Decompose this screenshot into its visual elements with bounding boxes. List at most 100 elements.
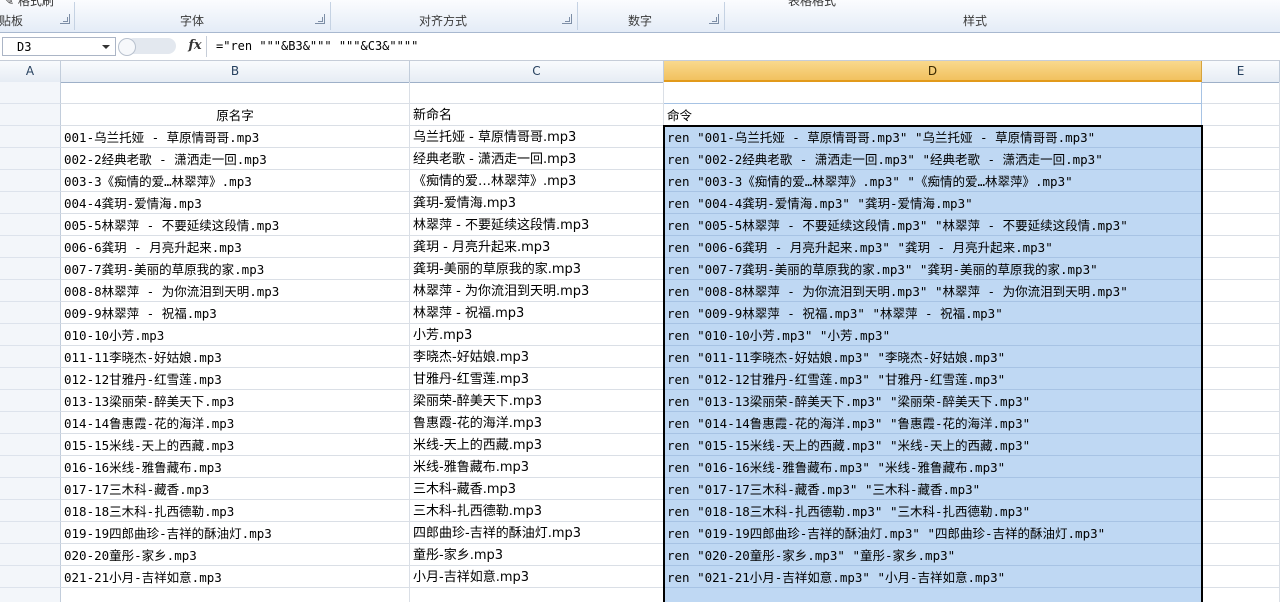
formula-bar-grip-icon[interactable]	[118, 38, 136, 56]
cell[interactable]	[1202, 412, 1280, 434]
column-header-a[interactable]: A	[0, 61, 61, 82]
ribbon-format-painter-fragment[interactable]: ✎ 格式刷	[4, 0, 54, 9]
cell-command[interactable]: ren "005-5林翠萍 - 不要延续这段情.mp3" "林翠萍 - 不要延续…	[664, 214, 1202, 236]
chevron-down-icon[interactable]	[102, 45, 110, 49]
cell[interactable]	[1202, 258, 1280, 280]
row-header[interactable]	[0, 280, 61, 302]
cell[interactable]	[1202, 478, 1280, 500]
cell[interactable]	[1202, 148, 1280, 170]
header-cell-new-name[interactable]: 新命名	[410, 104, 664, 126]
column-header-d[interactable]: D	[664, 61, 1202, 82]
cell-command[interactable]: ren "020-20童彤-家乡.mp3" "童彤-家乡.mp3"	[664, 544, 1202, 566]
row-header[interactable]	[0, 214, 61, 236]
cell[interactable]	[1202, 566, 1280, 588]
font-launcher-icon[interactable]	[315, 14, 325, 24]
cell-original-name[interactable]: 015-15米线-天上的西藏.mp3	[61, 434, 410, 456]
cell-new-name[interactable]: 鲁惠霞-花的海洋.mp3	[410, 412, 664, 434]
cell-command[interactable]: ren "021-21小月-吉祥如意.mp3" "小月-吉祥如意.mp3"	[664, 566, 1202, 588]
cell-new-name[interactable]: 龚玥 - 月亮升起来.mp3	[410, 236, 664, 258]
cell-original-name[interactable]: 020-20童彤-家乡.mp3	[61, 544, 410, 566]
cell-new-name[interactable]: 小芳.mp3	[410, 324, 664, 346]
cell-command[interactable]: ren "019-19四郎曲珍-吉祥的酥油灯.mp3" "四郎曲珍-吉祥的酥油灯…	[664, 522, 1202, 544]
ribbon-table-format-fragment[interactable]: 表格格式	[788, 0, 836, 9]
cell[interactable]	[1202, 456, 1280, 478]
cell-original-name[interactable]: 017-17三木科-藏香.mp3	[61, 478, 410, 500]
cell-new-name[interactable]: 米线-天上的西藏.mp3	[410, 434, 664, 456]
cell-original-name[interactable]	[61, 588, 410, 602]
row-header[interactable]	[0, 82, 61, 104]
cell-original-name[interactable]: 007-7龚玥-美丽的草原我的家.mp3	[61, 258, 410, 280]
cell-command[interactable]: ren "006-6龚玥 - 月亮升起来.mp3" "龚玥 - 月亮升起来.mp…	[664, 236, 1202, 258]
cell[interactable]	[1202, 302, 1280, 324]
cell-command[interactable]: ren "008-8林翠萍 - 为你流泪到天明.mp3" "林翠萍 - 为你流泪…	[664, 280, 1202, 302]
row-header[interactable]	[0, 412, 61, 434]
clipboard-launcher-icon[interactable]	[60, 14, 70, 24]
cell-new-name[interactable]	[410, 588, 664, 602]
cell-command[interactable]: ren "014-14鲁惠霞-花的海洋.mp3" "鲁惠霞-花的海洋.mp3"	[664, 412, 1202, 434]
number-launcher-icon[interactable]	[709, 14, 719, 24]
cell[interactable]	[1202, 104, 1280, 126]
cell[interactable]	[1202, 544, 1280, 566]
cell-original-name[interactable]: 012-12甘雅丹-红雪莲.mp3	[61, 368, 410, 390]
cell-command[interactable]	[664, 588, 1202, 602]
cell-command[interactable]: ren "017-17三木科-藏香.mp3" "三木科-藏香.mp3"	[664, 478, 1202, 500]
cell[interactable]	[1202, 280, 1280, 302]
cell-original-name[interactable]: 009-9林翠萍 - 祝福.mp3	[61, 302, 410, 324]
cell[interactable]	[1202, 126, 1280, 148]
cell-command[interactable]: ren "018-18三木科-扎西德勒.mp3" "三木科-扎西德勒.mp3"	[664, 500, 1202, 522]
cell-original-name[interactable]: 004-4龚玥-爱情海.mp3	[61, 192, 410, 214]
cell[interactable]	[1202, 500, 1280, 522]
cell-new-name[interactable]: 林翠萍 - 为你流泪到天明.mp3	[410, 280, 664, 302]
row-header[interactable]	[0, 522, 61, 544]
insert-function-icon[interactable]: fx	[186, 38, 204, 54]
row-header[interactable]	[0, 588, 61, 602]
cell[interactable]	[1202, 170, 1280, 192]
row-header[interactable]	[0, 566, 61, 588]
cell-original-name[interactable]: 005-5林翠萍 - 不要延续这段情.mp3	[61, 214, 410, 236]
cell-new-name[interactable]: 林翠萍 - 祝福.mp3	[410, 302, 664, 324]
cell-new-name[interactable]: 四郎曲珍-吉祥的酥油灯.mp3	[410, 522, 664, 544]
cell-original-name[interactable]: 021-21小月-吉祥如意.mp3	[61, 566, 410, 588]
column-header-c[interactable]: C	[410, 61, 664, 82]
cell-original-name[interactable]: 019-19四郎曲珍-吉祥的酥油灯.mp3	[61, 522, 410, 544]
cell-original-name[interactable]: 010-10小芳.mp3	[61, 324, 410, 346]
row-header[interactable]	[0, 170, 61, 192]
alignment-launcher-icon[interactable]	[562, 14, 572, 24]
cell[interactable]	[1202, 588, 1280, 602]
cell-new-name[interactable]: 乌兰托娅 - 草原情哥哥.mp3	[410, 126, 664, 148]
cell-original-name[interactable]: 011-11李晓杰-好姑娘.mp3	[61, 346, 410, 368]
cell-new-name[interactable]: 米线-雅鲁藏布.mp3	[410, 456, 664, 478]
cell-original-name[interactable]: 001-乌兰托娅 - 草原情哥哥.mp3	[61, 126, 410, 148]
row-header[interactable]	[0, 104, 61, 126]
cell-command[interactable]: ren "012-12甘雅丹-红雪莲.mp3" "甘雅丹-红雪莲.mp3"	[664, 368, 1202, 390]
header-cell-original-name[interactable]: 原名字	[61, 104, 410, 126]
cell-original-name[interactable]: 014-14鲁惠霞-花的海洋.mp3	[61, 412, 410, 434]
row-header[interactable]	[0, 324, 61, 346]
cell-command[interactable]: ren "002-2经典老歌 - 潇洒走一回.mp3" "经典老歌 - 潇洒走一…	[664, 148, 1202, 170]
cell-command[interactable]: ren "009-9林翠萍 - 祝福.mp3" "林翠萍 - 祝福.mp3"	[664, 302, 1202, 324]
cell-command[interactable]: ren "010-10小芳.mp3" "小芳.mp3"	[664, 324, 1202, 346]
cell-new-name[interactable]: 甘雅丹-红雪莲.mp3	[410, 368, 664, 390]
cell-new-name[interactable]: 童彤-家乡.mp3	[410, 544, 664, 566]
cell-new-name[interactable]: 三木科-扎西德勒.mp3	[410, 500, 664, 522]
cell[interactable]	[1202, 192, 1280, 214]
cell[interactable]	[1202, 346, 1280, 368]
row-header[interactable]	[0, 544, 61, 566]
row-header[interactable]	[0, 390, 61, 412]
cell-command[interactable]: ren "015-15米线-天上的西藏.mp3" "米线-天上的西藏.mp3"	[664, 434, 1202, 456]
cell-command[interactable]: ren "001-乌兰托娅 - 草原情哥哥.mp3" "乌兰托娅 - 草原情哥哥…	[664, 126, 1202, 148]
cell-command[interactable]: ren "007-7龚玥-美丽的草原我的家.mp3" "龚玥-美丽的草原我的家.…	[664, 258, 1202, 280]
row-header[interactable]	[0, 478, 61, 500]
row-header[interactable]	[0, 456, 61, 478]
cell-new-name[interactable]: 林翠萍 - 不要延续这段情.mp3	[410, 214, 664, 236]
cell[interactable]	[1202, 522, 1280, 544]
cell-command[interactable]: ren "016-16米线-雅鲁藏布.mp3" "米线-雅鲁藏布.mp3"	[664, 456, 1202, 478]
row-header[interactable]	[0, 500, 61, 522]
cell[interactable]	[1202, 434, 1280, 456]
cell-new-name[interactable]: 龚玥-美丽的草原我的家.mp3	[410, 258, 664, 280]
row-header[interactable]	[0, 346, 61, 368]
cell-original-name[interactable]: 006-6龚玥 - 月亮升起来.mp3	[61, 236, 410, 258]
cell-command[interactable]: ren "013-13梁丽荣-醉美天下.mp3" "梁丽荣-醉美天下.mp3"	[664, 390, 1202, 412]
cell[interactable]	[61, 82, 410, 104]
cell[interactable]	[1202, 214, 1280, 236]
